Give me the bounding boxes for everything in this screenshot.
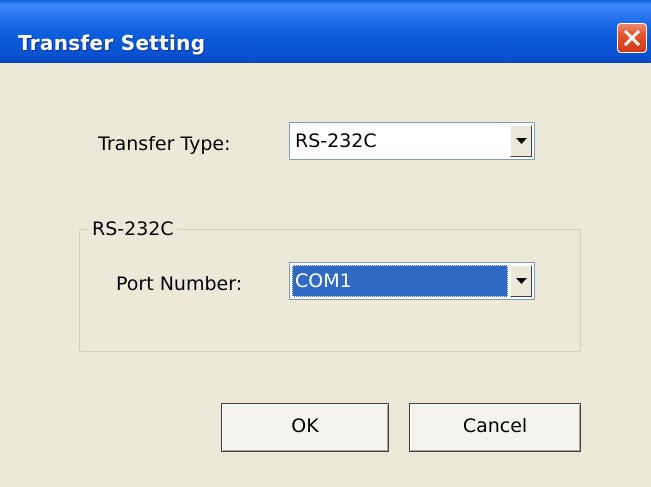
dialog-body: Transfer Type: RS-232C RS-232C Port Numb… (0, 63, 651, 487)
transfer-setting-dialog: Transfer Setting Transfer Type: RS-232C … (0, 0, 651, 487)
window-title: Transfer Setting (18, 31, 206, 55)
close-icon (623, 29, 641, 47)
close-button[interactable] (617, 23, 647, 53)
transfer-type-select[interactable]: RS-232C (289, 122, 535, 160)
ok-button[interactable]: OK (221, 403, 389, 452)
transfer-type-dropdown-button[interactable] (510, 125, 532, 157)
port-number-label: Port Number: (116, 273, 243, 295)
port-number-value: COM1 (292, 265, 508, 297)
chevron-down-icon (516, 138, 527, 144)
transfer-type-label: Transfer Type: (98, 133, 231, 155)
chevron-down-icon (516, 278, 527, 284)
transfer-type-value: RS-232C (295, 130, 377, 152)
rs232c-group-title: RS-232C (89, 218, 177, 240)
port-number-dropdown-button[interactable] (510, 265, 532, 297)
cancel-button[interactable]: Cancel (409, 403, 581, 452)
title-bar[interactable]: Transfer Setting (0, 0, 651, 63)
port-number-select[interactable]: COM1 (289, 262, 535, 300)
